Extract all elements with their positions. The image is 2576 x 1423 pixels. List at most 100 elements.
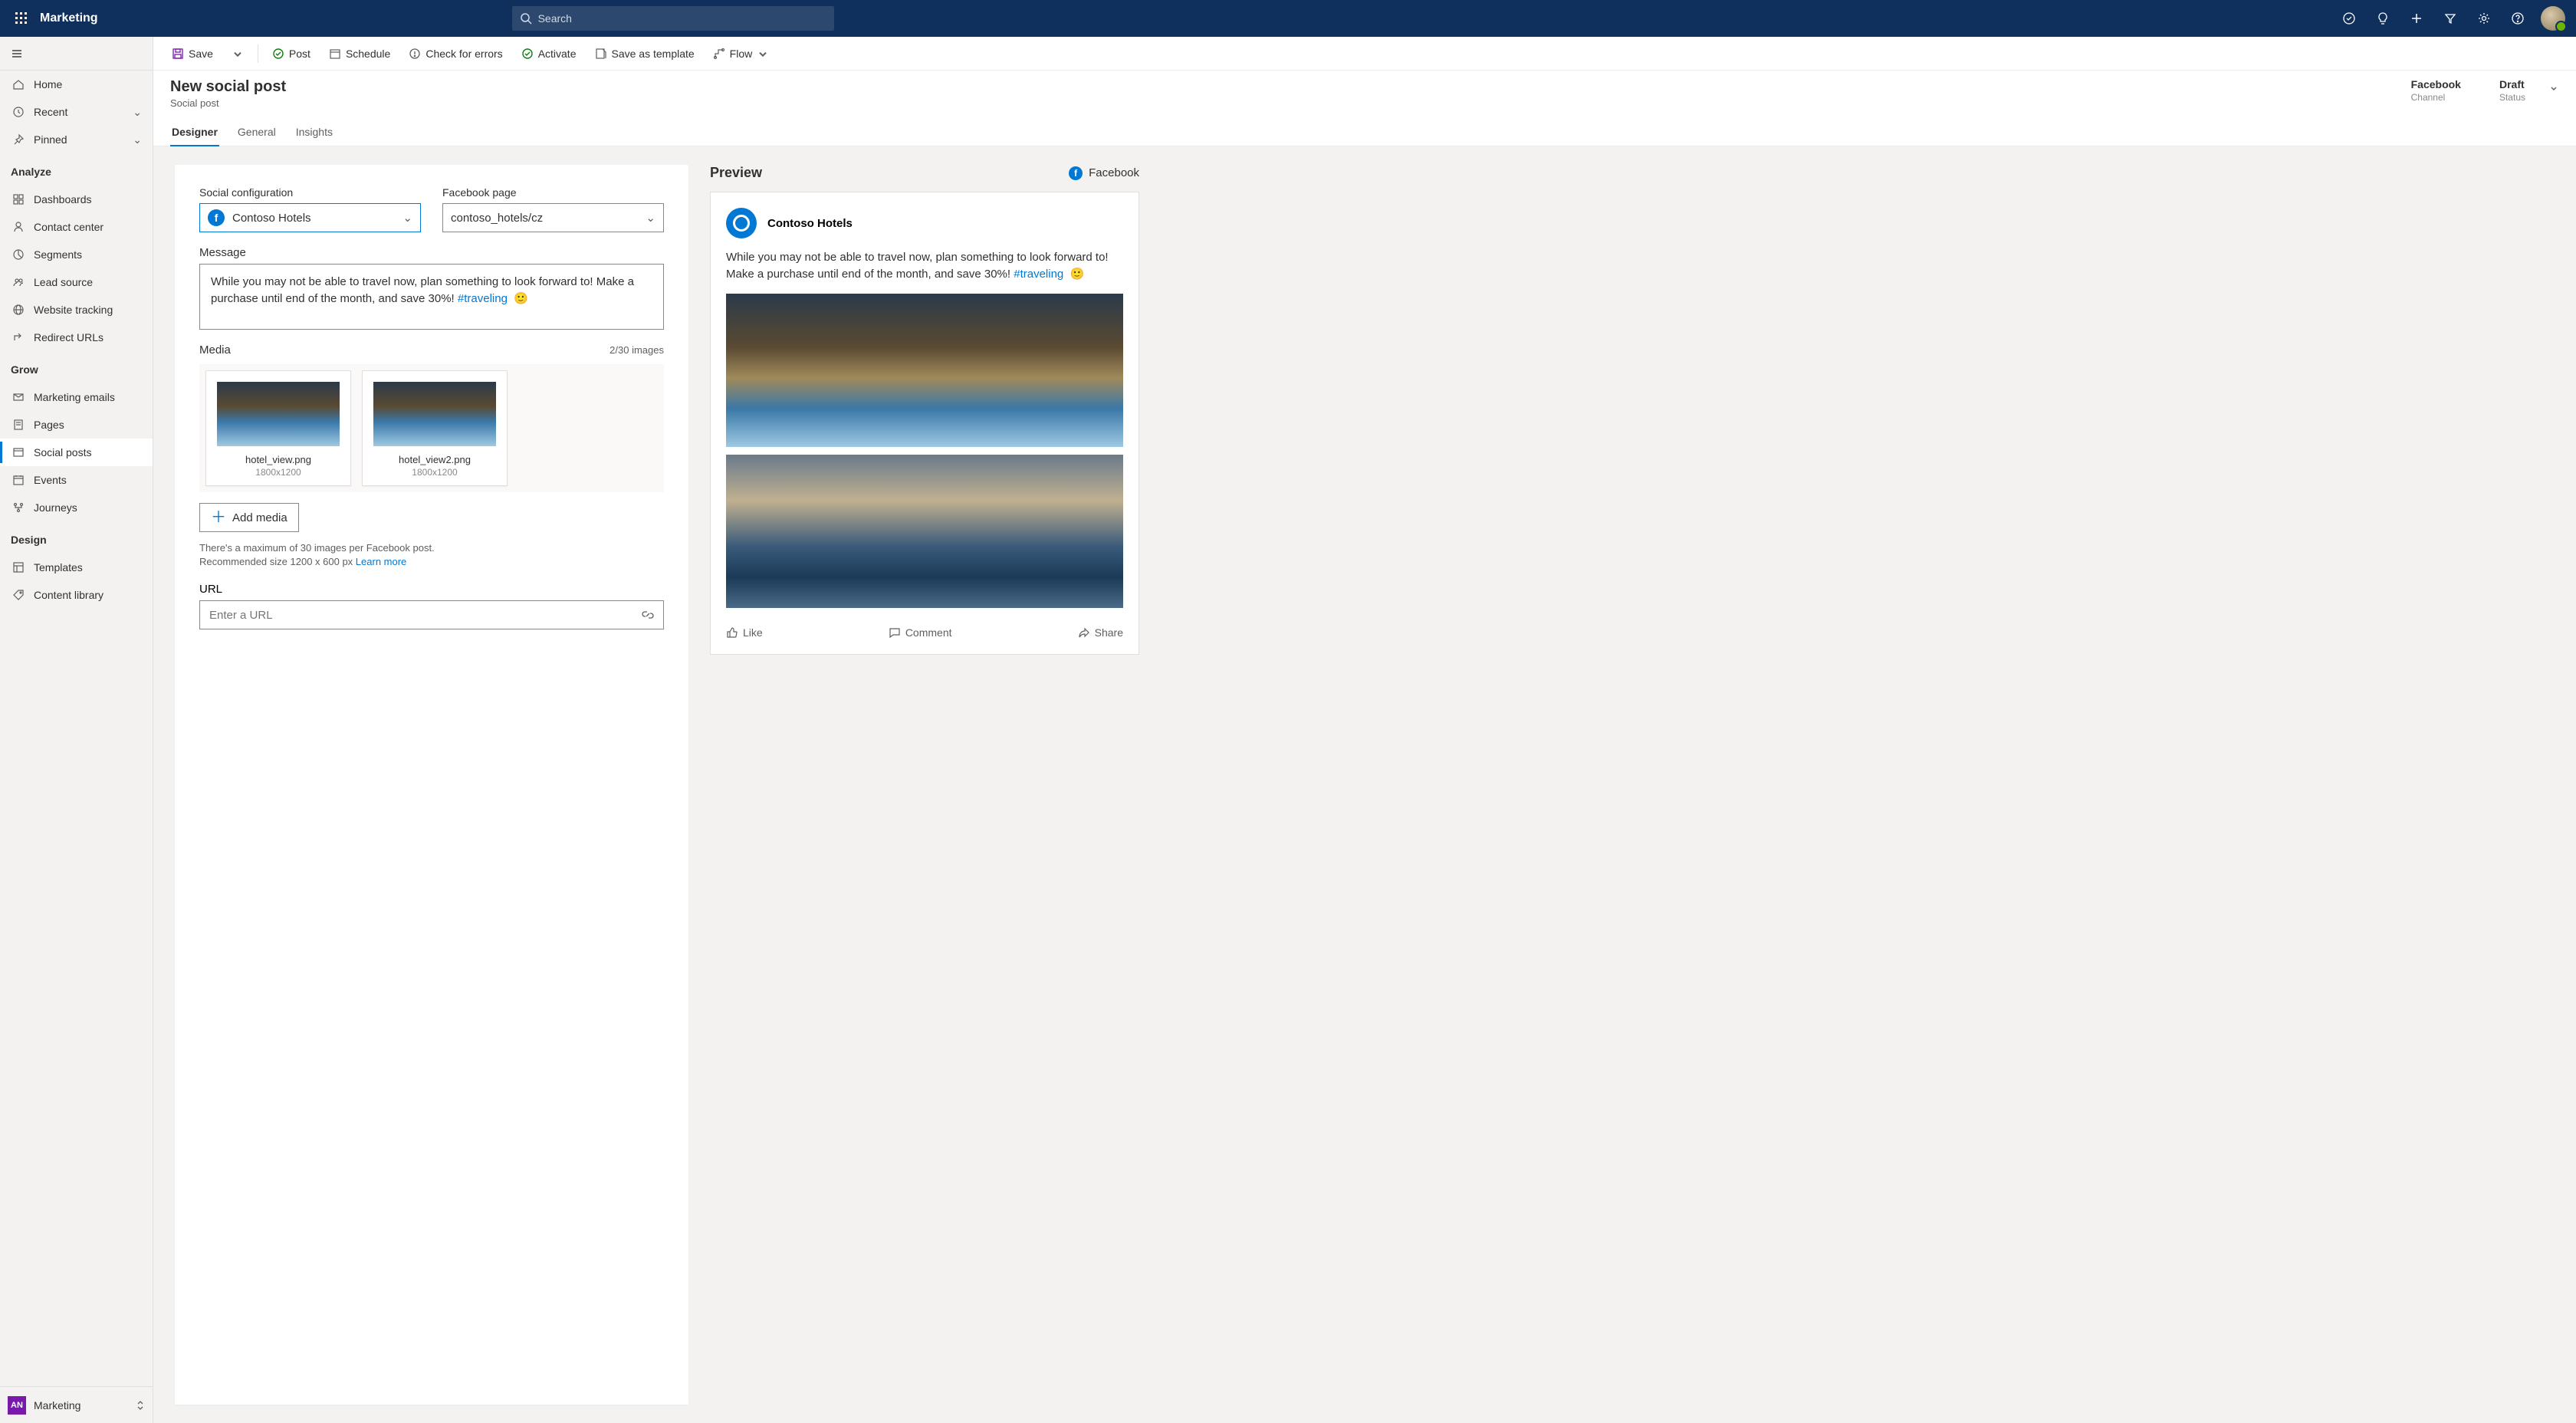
- nav-templates[interactable]: Templates: [0, 554, 153, 581]
- tab-general[interactable]: General: [236, 120, 278, 146]
- nav-website-tracking[interactable]: Website tracking: [0, 296, 153, 324]
- preview-share-button[interactable]: Share: [1078, 626, 1123, 639]
- nav-label: Dashboards: [34, 193, 92, 205]
- nav-label: Journeys: [34, 501, 77, 514]
- nav-label: Templates: [34, 561, 83, 573]
- emoji-icon: 🙂: [514, 292, 528, 305]
- save-as-template-button[interactable]: Save as template: [590, 43, 699, 64]
- search-input[interactable]: [538, 12, 826, 25]
- flow-button[interactable]: Flow: [708, 43, 774, 64]
- preview-like-button[interactable]: Like: [726, 626, 763, 639]
- media-thumbnail[interactable]: hotel_view2.png 1800x1200: [362, 370, 508, 486]
- chevron-down-icon: ⌄: [646, 211, 656, 225]
- nav-pages[interactable]: Pages: [0, 411, 153, 439]
- task-icon[interactable]: [2334, 0, 2364, 37]
- filter-icon[interactable]: [2435, 0, 2466, 37]
- header-channel: Facebook Channel: [2411, 78, 2461, 103]
- nav-collapse-icon[interactable]: [0, 37, 153, 71]
- facebook-icon: f: [208, 209, 225, 226]
- app-launcher-icon[interactable]: [6, 0, 37, 37]
- save-dropdown[interactable]: [227, 43, 248, 64]
- command-bar: Save Post Schedule Check for errors Acti…: [153, 37, 2576, 71]
- media-label: Media: [199, 343, 231, 357]
- template-save-icon: [595, 48, 607, 60]
- clock-icon: [11, 106, 26, 118]
- tag-icon: [11, 589, 26, 601]
- nav-events[interactable]: Events: [0, 466, 153, 494]
- settings-icon[interactable]: [2469, 0, 2499, 37]
- global-search[interactable]: [512, 6, 834, 31]
- nav-home-label: Home: [34, 78, 62, 90]
- learn-more-link[interactable]: Learn more: [356, 556, 406, 567]
- nav-label: Website tracking: [34, 304, 113, 316]
- nav-label: Segments: [34, 248, 82, 261]
- activate-button[interactable]: Activate: [517, 43, 581, 64]
- nav-pinned-label: Pinned: [34, 133, 67, 146]
- left-nav: Home Recent⌄ Pinned⌄ Analyze Dashboards …: [0, 37, 153, 1423]
- redirect-icon: [11, 331, 26, 343]
- nav-recent-label: Recent: [34, 106, 67, 118]
- page-label: Facebook page: [442, 186, 664, 199]
- nav-contact-center[interactable]: Contact center: [0, 213, 153, 241]
- nav-label: Marketing emails: [34, 391, 115, 403]
- nav-section-analyze: Analyze: [0, 158, 153, 186]
- link-icon[interactable]: [642, 609, 654, 621]
- header-status: Draft Status: [2499, 78, 2525, 103]
- tab-designer[interactable]: Designer: [170, 120, 219, 146]
- add-icon[interactable]: [2401, 0, 2432, 37]
- social-config-select[interactable]: f Contoso Hotels ⌄: [199, 203, 421, 232]
- app-title[interactable]: Marketing: [40, 12, 98, 25]
- preview-account-avatar: [726, 208, 757, 238]
- preview-title: Preview: [710, 165, 762, 181]
- chevron-down-icon: [757, 48, 769, 60]
- message-textarea[interactable]: While you may not be able to travel now,…: [199, 264, 664, 330]
- nav-section-grow: Grow: [0, 356, 153, 383]
- preview-image: [726, 455, 1123, 608]
- nav-lead-source[interactable]: Lead source: [0, 268, 153, 296]
- nav-content-library[interactable]: Content library: [0, 581, 153, 609]
- page-icon: [11, 419, 26, 431]
- post-button[interactable]: Post: [268, 43, 315, 64]
- nav-redirect-urls[interactable]: Redirect URLs: [0, 324, 153, 351]
- nav-home[interactable]: Home: [0, 71, 153, 98]
- user-avatar[interactable]: [2541, 6, 2565, 31]
- url-input-wrapper: [199, 600, 664, 629]
- preview-account-name: Contoso Hotels: [767, 217, 853, 230]
- tab-insights[interactable]: Insights: [294, 120, 334, 146]
- global-header: Marketing: [0, 0, 2576, 37]
- nav-social-posts[interactable]: Social posts: [0, 439, 153, 466]
- nav-label: Redirect URLs: [34, 331, 104, 343]
- url-input[interactable]: [209, 609, 642, 622]
- preview-comment-button[interactable]: Comment: [889, 626, 952, 639]
- globe-icon: [11, 304, 26, 316]
- nav-label: Events: [34, 474, 67, 486]
- dashboard-icon: [11, 193, 26, 205]
- nav-dashboards[interactable]: Dashboards: [0, 186, 153, 213]
- nav-pinned[interactable]: Pinned⌄: [0, 126, 153, 153]
- save-button[interactable]: Save: [167, 43, 218, 64]
- nav-journeys[interactable]: Journeys: [0, 494, 153, 521]
- facebook-icon: f: [1069, 166, 1083, 180]
- preview-card: Contoso Hotels While you may not be able…: [710, 192, 1139, 655]
- add-media-button[interactable]: ＋ Add media: [199, 503, 299, 532]
- schedule-button[interactable]: Schedule: [324, 43, 395, 64]
- nav-recent[interactable]: Recent⌄: [0, 98, 153, 126]
- plus-icon: ＋: [211, 510, 226, 525]
- home-icon: [11, 78, 26, 90]
- pie-icon: [11, 248, 26, 261]
- media-thumbnail[interactable]: hotel_view.png 1800x1200: [205, 370, 351, 486]
- lightbulb-icon[interactable]: [2367, 0, 2398, 37]
- header-expand-icon[interactable]: [2548, 83, 2559, 94]
- nav-segments[interactable]: Segments: [0, 241, 153, 268]
- help-icon[interactable]: [2502, 0, 2533, 37]
- check-errors-button[interactable]: Check for errors: [404, 43, 507, 64]
- template-icon: [11, 561, 26, 573]
- media-hint: There's a maximum of 30 images per Faceb…: [199, 541, 664, 569]
- nav-footer[interactable]: AN Marketing: [0, 1386, 153, 1423]
- preview-image: [726, 294, 1123, 447]
- thumbnail-image: [373, 382, 496, 446]
- facebook-page-select[interactable]: contoso_hotels/cz ⌄: [442, 203, 664, 232]
- nav-marketing-emails[interactable]: Marketing emails: [0, 383, 153, 411]
- record-header: New social post Social post Facebook Cha…: [153, 71, 2576, 109]
- media-count: 2/30 images: [610, 344, 664, 356]
